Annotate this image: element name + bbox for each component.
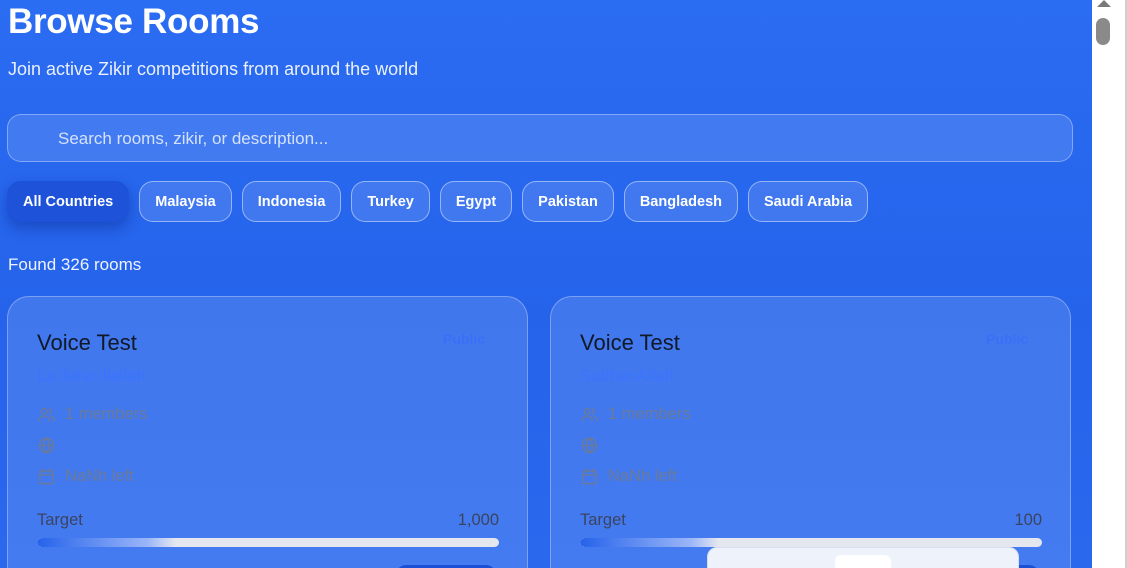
page-title: Browse Rooms xyxy=(8,2,260,41)
target-label: Target xyxy=(37,511,83,529)
filter-chip-pakistan[interactable]: Pakistan xyxy=(522,181,614,222)
target-label: Target xyxy=(580,511,626,529)
progress-fill xyxy=(37,538,176,547)
time-left-row: NaNh left xyxy=(37,467,134,486)
progress-bar xyxy=(580,538,1042,547)
members-row: 1 members xyxy=(37,405,148,424)
users-icon xyxy=(38,407,55,422)
room-zikir: La ilaha illallah xyxy=(37,367,146,385)
vertical-scrollbar[interactable] xyxy=(1092,0,1127,568)
room-card[interactable]: Voice Test Public La ilaha illallah 1 me… xyxy=(7,296,528,568)
room-card[interactable]: Voice Test Public SubhanAllah 1 members … xyxy=(550,296,1071,568)
target-value: 100 xyxy=(1014,511,1042,529)
time-left: NaNh left xyxy=(65,467,134,485)
target-value: 1,000 xyxy=(457,511,499,529)
filter-chip-all-countries[interactable]: All Countries xyxy=(7,181,130,222)
time-left-row: NaNh left xyxy=(580,467,677,486)
calendar-icon xyxy=(582,468,597,485)
globe-icon xyxy=(581,437,598,454)
filter-chip-turkey[interactable]: Turkey xyxy=(351,181,430,222)
calendar-icon xyxy=(39,468,54,485)
progress-bar xyxy=(37,538,499,547)
country-row xyxy=(580,436,608,455)
results-count: Found 326 rooms xyxy=(8,255,142,274)
visibility-badge: Public xyxy=(985,331,1028,347)
page-subtitle: Join active Zikir competitions from arou… xyxy=(8,59,419,79)
floating-panel-handle[interactable] xyxy=(835,555,891,568)
users-icon xyxy=(581,407,598,422)
floating-panel[interactable] xyxy=(707,547,1019,568)
search-input[interactable] xyxy=(56,115,1060,163)
members-count: 1 members xyxy=(608,405,691,423)
filter-chip-indonesia[interactable]: Indonesia xyxy=(241,181,342,222)
filter-chip-malaysia[interactable]: Malaysia xyxy=(139,181,232,222)
progress-fill xyxy=(580,538,719,547)
filter-chip-bangladesh[interactable]: Bangladesh xyxy=(623,181,738,222)
scrollbar-thumb[interactable] xyxy=(1096,18,1110,45)
filter-chip-egypt[interactable]: Egypt xyxy=(439,181,513,222)
filter-chip-saudi-arabia[interactable]: Saudi Arabia xyxy=(748,181,869,222)
scroll-up-arrow-icon[interactable] xyxy=(1097,0,1111,7)
room-zikir: SubhanAllah xyxy=(580,367,674,385)
search-box[interactable] xyxy=(7,114,1073,163)
members-row: 1 members xyxy=(580,405,691,424)
globe-icon xyxy=(38,437,55,454)
room-title: Voice Test xyxy=(37,330,137,355)
room-title: Voice Test xyxy=(580,330,680,355)
country-row xyxy=(37,436,65,455)
members-count: 1 members xyxy=(65,405,148,423)
time-left: NaNh left xyxy=(608,467,677,485)
browse-rooms-page: Browse Rooms Join active Zikir competiti… xyxy=(0,0,1092,568)
country-filter-bar: All Countries Malaysia Indonesia Turkey … xyxy=(7,181,869,222)
visibility-badge: Public xyxy=(442,331,485,347)
